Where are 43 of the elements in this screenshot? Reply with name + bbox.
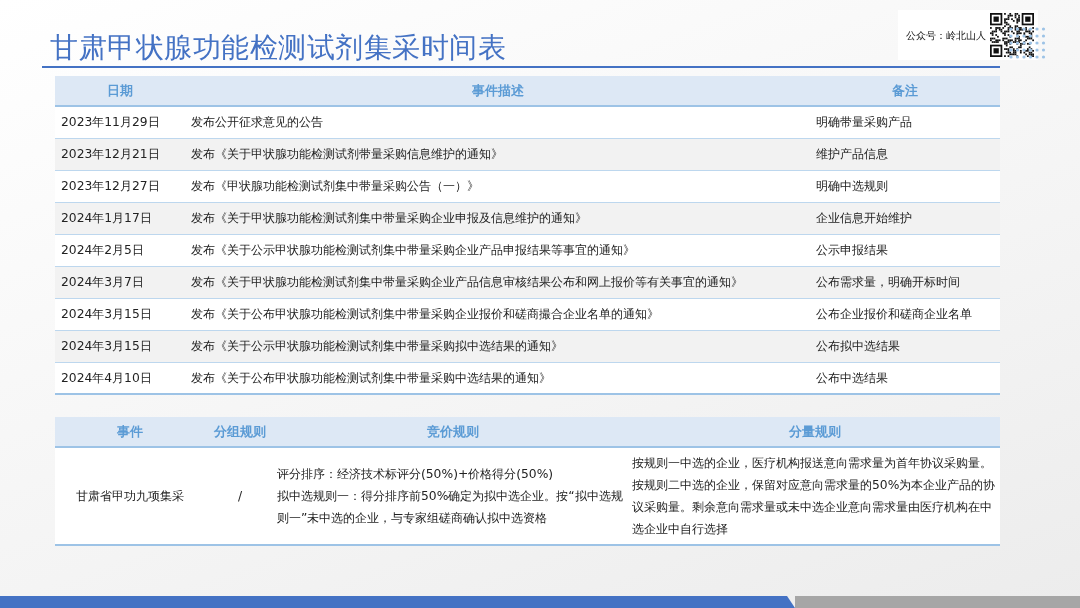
note-cell: 明确中选规则 [810, 170, 1000, 202]
event-cell: 发布《关于甲状腺功能检测试剂集中带量采购企业产品信息审核结果公布和网上报价等有关事宜的通知》 [185, 266, 810, 298]
note-cell: 明确带量采购产品 [810, 106, 1000, 138]
note-cell: 企业信息开始维护 [810, 202, 1000, 234]
date-cell: 2024年4月10日 [55, 362, 185, 394]
note-cell: 公布需求量，明确开标时间 [810, 266, 1000, 298]
date-cell: 2024年3月15日 [55, 330, 185, 362]
date-cell: 2024年2月5日 [55, 234, 185, 266]
dot-grid-drawing [1008, 26, 1048, 62]
date-cell: 2024年1月17日 [55, 202, 185, 234]
column-header: 备注 [810, 76, 1000, 106]
qr-code-icon [990, 13, 1034, 57]
event-cell: 发布《甲状腺功能检测试剂集中带量采购公告（一）》 [185, 170, 810, 202]
column-header: 分量规则 [630, 417, 1000, 447]
column-header: 竞价规则 [275, 417, 630, 447]
event-cell: 发布《关于甲状腺功能检测试剂集中带量采购企业申报及信息维护的通知》 [185, 202, 810, 234]
event-cell: 发布《关于公布甲状腺功能检测试剂集中带量采购企业报价和磋商撮合企业名单的通知》 [185, 298, 810, 330]
allocation-cell: 按规则一中选的企业，医疗机构报送意向需求量为首年协议采购量。按规则二中选的企业，保留对应意向需求量的50%为本企业产品的协议采购量。剩余意向需求量或未中选企业意向需求量由医疗机构在中选企业中自行选择 [630, 447, 1000, 545]
date-cell: 2024年3月7日 [55, 266, 185, 298]
column-header: 事件 [55, 417, 205, 447]
note-cell: 公布企业报价和磋商企业名单 [810, 298, 1000, 330]
date-cell: 2024年3月15日 [55, 298, 185, 330]
bidding-rule-text: 评分排序：经济技术标评分(50%)+价格得分(50%) [277, 466, 555, 483]
note-cell: 公布拟中选结果 [810, 330, 1000, 362]
grouping-cell: / [205, 447, 275, 545]
column-header: 事件描述 [185, 76, 810, 106]
event-cell: 发布公开征求意见的公告 [185, 106, 810, 138]
event-cell: 发布《关于甲状腺功能检测试剂带量采购信息维护的通知》 [185, 138, 810, 170]
date-cell: 2023年12月21日 [55, 138, 185, 170]
date-cell: 2023年12月27日 [55, 170, 185, 202]
account-label: 公众号：岭北山人 [906, 28, 986, 43]
event-cell: 发布《关于公布甲状腺功能检测试剂集中带量采购中选结果的通知》 [185, 362, 810, 394]
note-cell: 公示申报结果 [810, 234, 1000, 266]
event-cell: 甘肃省甲功九项集采 [55, 447, 205, 545]
column-header: 日期 [55, 76, 185, 106]
event-cell: 发布《关于公示甲状腺功能检测试剂集中带量采购企业产品申报结果等事宜的通知》 [185, 234, 810, 266]
note-cell: 维护产品信息 [810, 138, 1000, 170]
note-cell: 公布中选结果 [810, 362, 1000, 394]
event-cell: 发布《关于公示甲状腺功能检测试剂集中带量采购拟中选结果的通知》 [185, 330, 810, 362]
column-header: 分组规则 [205, 417, 275, 447]
bidding-rule-text: 拟中选规则一：得分排序前50%确定为拟中选企业。按“拟中选规则一”未中选的企业，与专家组磋商确认拟中选资格 [277, 488, 624, 527]
slide-title: 甘肃甲状腺功能检测试剂集采时间表 [50, 34, 506, 62]
date-cell: 2023年11月29日 [55, 106, 185, 138]
